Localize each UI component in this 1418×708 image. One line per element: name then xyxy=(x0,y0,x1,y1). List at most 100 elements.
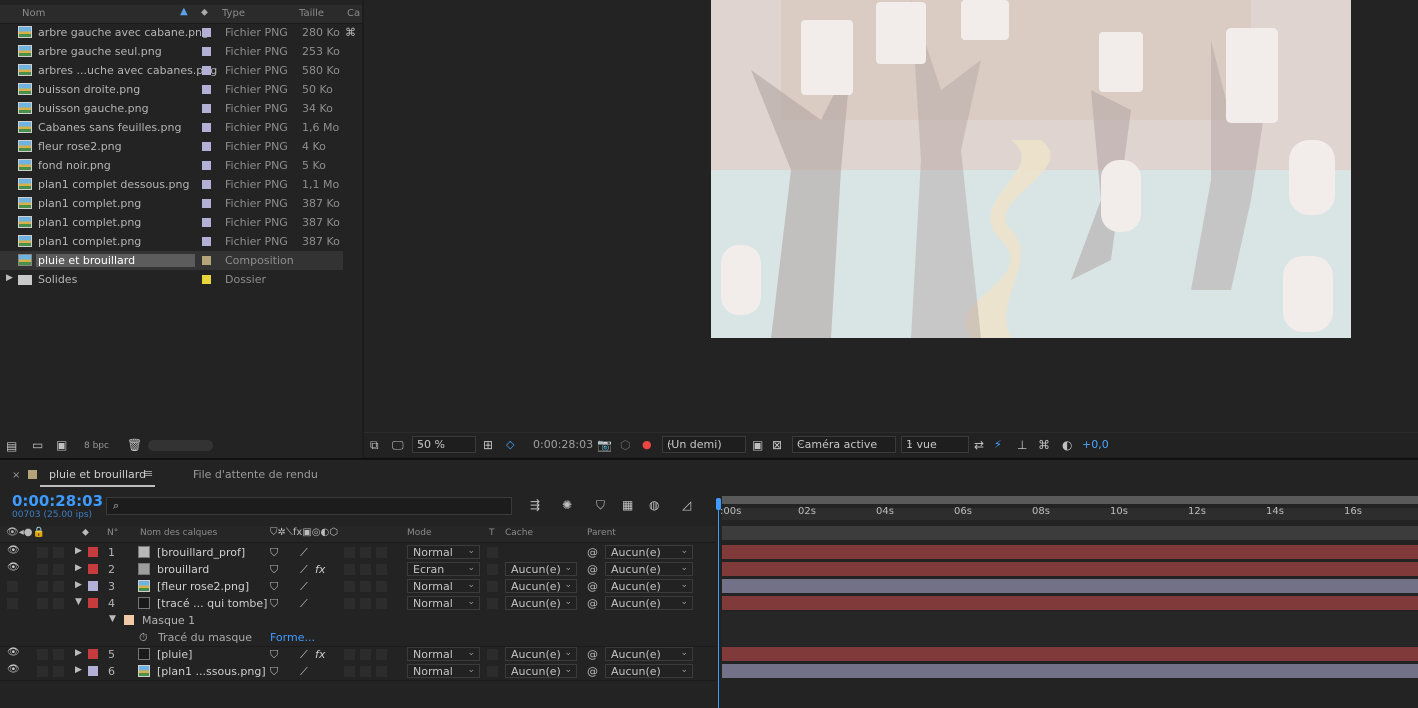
quality-switch-icon[interactable]: ⟋ xyxy=(300,597,308,611)
lock-toggle[interactable] xyxy=(53,581,64,592)
layer-name[interactable]: [brouillard_prof] xyxy=(157,546,245,559)
parent-select[interactable]: Aucun(e) ⌄ xyxy=(605,596,693,610)
switch-box[interactable] xyxy=(360,649,371,660)
column-mode[interactable]: Mode xyxy=(407,528,432,538)
switches-icons[interactable]: ⛉✲⟍fx▣◎◐⬡ xyxy=(270,527,338,538)
solo-toggle[interactable] xyxy=(37,564,48,575)
project-item[interactable]: arbre gauche avec cabane.png Fichier PNG 2… xyxy=(0,23,343,42)
lock-toggle[interactable] xyxy=(53,666,64,677)
switch-box[interactable] xyxy=(360,598,371,609)
column-number[interactable]: N° xyxy=(107,528,118,538)
layer-row[interactable]: ▼ 4 [tracé ... qui tombe] ⛉ ⟋ Normal ⌄ Aucun(e)… xyxy=(0,595,715,613)
label-color-swatch[interactable] xyxy=(202,199,211,208)
layer-label-color[interactable] xyxy=(88,547,98,557)
current-time-display[interactable]: 0:00:28:03 xyxy=(12,492,103,510)
layer-label-color[interactable] xyxy=(88,564,98,574)
switch-box[interactable] xyxy=(360,666,371,677)
interpret-footage-icon[interactable]: ▤ xyxy=(6,439,17,453)
shy-switch-icon[interactable]: ⛉ xyxy=(270,580,278,594)
preserve-transparency-toggle[interactable] xyxy=(487,649,498,660)
graph-editor-icon[interactable]: ◿ xyxy=(682,498,691,512)
layer-name[interactable]: [pluie] xyxy=(157,648,192,661)
label-color-swatch[interactable] xyxy=(202,123,211,132)
shy-switch-icon[interactable]: ⛉ xyxy=(270,597,278,611)
region-of-interest-icon[interactable]: ▣ xyxy=(752,438,763,452)
layer-duration-bar[interactable] xyxy=(722,545,1418,559)
blend-mode-select[interactable]: Normal ⌄ xyxy=(407,664,480,678)
mask-row[interactable]: ▼ Masque 1 xyxy=(0,612,715,630)
layer-duration-bar[interactable] xyxy=(722,596,1418,610)
project-item[interactable]: fleur rose2.png Fichier PNG 4 Ko xyxy=(0,137,343,156)
project-item[interactable]: arbres ...uche avec cabanes.png Fichier P… xyxy=(0,61,343,80)
label-color-swatch[interactable] xyxy=(202,218,211,227)
solo-toggle[interactable] xyxy=(37,666,48,677)
column-parent[interactable]: Parent xyxy=(587,528,616,538)
lock-toggle[interactable] xyxy=(53,598,64,609)
mask-path-row[interactable]: ⏱ Tracé du masque Forme... xyxy=(0,629,715,647)
expand-arrow-icon[interactable]: ▼ xyxy=(109,614,116,624)
grid-guides-icon[interactable]: ⊞ xyxy=(483,438,493,452)
mask-color-swatch[interactable] xyxy=(124,615,134,625)
label-color-swatch[interactable] xyxy=(202,180,211,189)
solo-toggle[interactable] xyxy=(37,598,48,609)
parent-select[interactable]: Aucun(e) ⌄ xyxy=(605,562,693,576)
mask-name[interactable]: Masque 1 xyxy=(142,614,195,627)
camera-select[interactable]: Caméra active ⌄ xyxy=(792,436,896,453)
av-features-icons[interactable]: 👁◂●🔒 xyxy=(6,527,45,538)
project-item[interactable]: ▶ Solides Dossier xyxy=(0,270,343,289)
layer-duration-bar[interactable] xyxy=(722,647,1418,661)
tab-render-queue[interactable]: File d'attente de rendu xyxy=(193,468,318,481)
project-item[interactable]: pluie et brouillard Composition xyxy=(0,251,343,270)
layer-name[interactable]: [fleur rose2.png] xyxy=(157,580,249,593)
comp-mini-flowchart-icon[interactable]: ⇶ xyxy=(530,498,540,512)
new-folder-icon[interactable]: ▭ xyxy=(32,438,43,452)
column-cache[interactable]: Cache xyxy=(505,528,533,538)
fast-preview-icon[interactable]: ⚡ xyxy=(994,438,1002,451)
label-color-swatch[interactable] xyxy=(202,85,211,94)
lock-toggle[interactable] xyxy=(53,564,64,575)
track-matte-select[interactable]: Aucun(e) ⌄ xyxy=(505,647,577,661)
expand-arrow-icon[interactable]: ▶ xyxy=(75,665,82,675)
pick-whip-icon[interactable]: @ xyxy=(587,580,598,593)
label-color-swatch[interactable] xyxy=(202,275,211,284)
channels-icon[interactable]: ● xyxy=(642,438,652,451)
label-color-swatch[interactable] xyxy=(202,237,211,246)
expand-arrow-icon[interactable]: ▶ xyxy=(75,580,82,590)
project-item[interactable]: buisson gauche.png Fichier PNG 34 Ko xyxy=(0,99,343,118)
lock-toggle[interactable] xyxy=(53,547,64,558)
expand-arrow-icon[interactable]: ▶ xyxy=(75,648,82,658)
composition-canvas[interactable] xyxy=(711,0,1351,338)
tab-menu-icon[interactable]: ≡ xyxy=(144,467,153,480)
shy-switch-icon[interactable]: ⛉ xyxy=(270,546,278,560)
switch-box[interactable] xyxy=(376,598,387,609)
mask-visibility-icon[interactable]: ◇ xyxy=(506,438,514,451)
quality-switch-icon[interactable]: ⟋ xyxy=(300,665,308,679)
shy-layers-icon[interactable]: ⛉ xyxy=(596,498,605,513)
parent-select[interactable]: Aucun(e) ⌄ xyxy=(605,545,693,559)
project-item[interactable]: plan1 complet dessous.png Fichier PNG 1,1 … xyxy=(0,175,343,194)
shy-switch-icon[interactable]: ⛉ xyxy=(270,665,278,679)
track-matte-select[interactable]: Aucun(e) ⌄ xyxy=(505,562,577,576)
quality-switch-icon[interactable]: ⟋ xyxy=(300,648,308,662)
parent-select[interactable]: Aucun(e) ⌄ xyxy=(605,579,693,593)
project-item[interactable]: buisson droite.png Fichier PNG 50 Ko xyxy=(0,80,343,99)
show-snapshot-icon[interactable]: ⬡ xyxy=(620,438,630,452)
preserve-transparency-toggle[interactable] xyxy=(487,564,498,575)
layer-name[interactable]: [tracé ... qui tombe] xyxy=(157,597,267,610)
pick-whip-icon[interactable]: @ xyxy=(587,648,598,661)
project-item[interactable]: plan1 complet.png Fichier PNG 387 Ko xyxy=(0,232,343,251)
flowchart-icon[interactable]: ⌘ xyxy=(345,26,356,39)
project-item[interactable]: fond noir.png Fichier PNG 5 Ko xyxy=(0,156,343,175)
shy-switch-icon[interactable]: ⛉ xyxy=(270,563,278,577)
pick-whip-icon[interactable]: @ xyxy=(587,665,598,678)
column-more[interactable]: Ca xyxy=(347,8,360,19)
switch-box[interactable] xyxy=(344,547,355,558)
eye-icon[interactable]: 👁 xyxy=(7,647,20,658)
layer-label-color[interactable] xyxy=(88,649,98,659)
quality-switch-icon[interactable]: ⟋ xyxy=(300,563,308,577)
layer-row[interactable]: 👁 ▶ 2 brouillard ⛉ ⟋ fx Ecran ⌄ Aucun(e) ⌄ @ Aucun(e… xyxy=(0,561,715,579)
stopwatch-icon[interactable]: ⏱ xyxy=(139,631,148,645)
switch-box[interactable] xyxy=(360,547,371,558)
blend-mode-select[interactable]: Normal ⌄ xyxy=(407,545,480,559)
layer-row[interactable]: 👁 ▶ 1 [brouillard_prof] ⛉ ⟋ Normal ⌄ @ Aucun(e) ⌄ xyxy=(0,544,715,562)
